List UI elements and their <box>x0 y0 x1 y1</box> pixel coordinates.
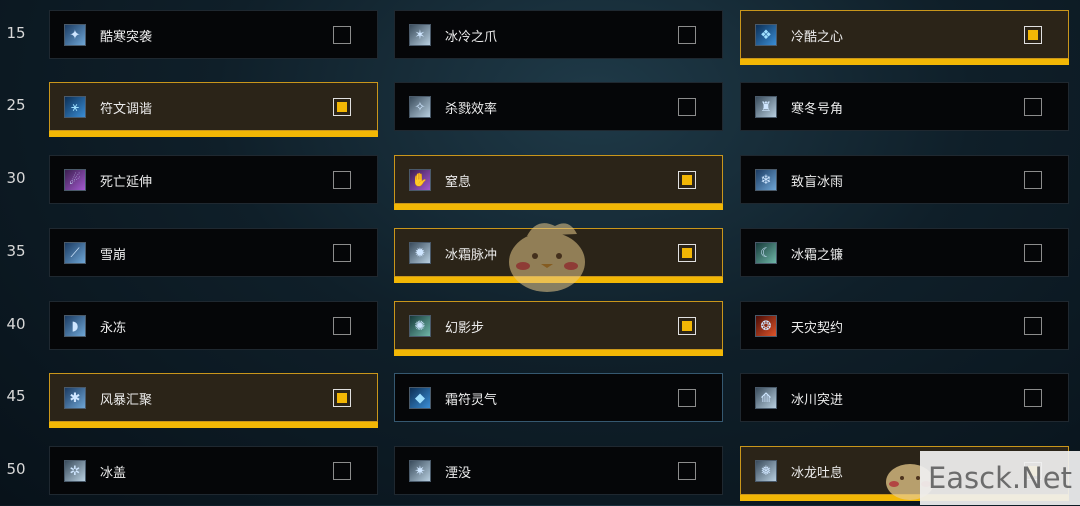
talent-card[interactable]: ☄ 死亡延伸 <box>49 155 378 204</box>
talent-checkbox[interactable] <box>333 389 351 407</box>
level-label: 35 <box>6 242 26 260</box>
talent-name: 窒息 <box>445 175 472 190</box>
talent-name: 雪崩 <box>100 248 127 263</box>
talent-checkbox[interactable] <box>333 26 351 44</box>
talent-card[interactable]: ⟋ 雪崩 <box>49 228 378 277</box>
frost-strike-icon: ✦ <box>64 24 86 46</box>
talent-card[interactable]: ◆ 霜符灵气 <box>394 373 723 422</box>
talent-name: 酷寒突袭 <box>100 30 153 45</box>
talent-name: 杀戮效率 <box>445 102 498 117</box>
talent-name: 永冻 <box>100 321 127 336</box>
frostscythe-icon: ☾ <box>755 242 777 264</box>
talent-checkbox[interactable] <box>1024 244 1042 262</box>
talent-card[interactable]: ✋ 窒息 <box>394 155 723 210</box>
talent-name: 幻影步 <box>445 321 485 336</box>
deaths-reach-icon: ☄ <box>64 169 86 191</box>
talent-card[interactable]: ⚹ 符文调谐 <box>49 82 378 137</box>
talent-name: 冰霜之镰 <box>791 248 844 263</box>
gathering-storm-icon: ✱ <box>64 387 86 409</box>
talent-name: 冰盖 <box>100 466 127 481</box>
talent-checkbox[interactable] <box>333 462 351 480</box>
talent-checkbox[interactable] <box>678 389 696 407</box>
talent-card[interactable]: ✺ 幻影步 <box>394 301 723 356</box>
obliteration-icon: ✷ <box>409 460 431 482</box>
talent-card[interactable]: ✧ 杀戮效率 <box>394 82 723 131</box>
talent-card[interactable]: ✱ 风暴汇聚 <box>49 373 378 428</box>
talent-card[interactable]: ❖ 冷酷之心 <box>740 10 1069 65</box>
talent-checkbox[interactable] <box>1024 98 1042 116</box>
level-label: 45 <box>6 387 26 405</box>
talent-checkbox[interactable] <box>1024 171 1042 189</box>
permafrost-icon: ◗ <box>64 315 86 337</box>
talent-checkbox[interactable] <box>1024 26 1042 44</box>
talent-card[interactable]: ✶ 冰冷之爪 <box>394 10 723 59</box>
talent-checkbox[interactable] <box>678 462 696 480</box>
asphyxiate-icon: ✋ <box>409 169 431 191</box>
talent-name: 风暴汇聚 <box>100 393 153 408</box>
avalanche-icon: ⟋ <box>64 242 86 264</box>
talent-name: 致盲冰雨 <box>791 175 844 190</box>
frozen-claw-icon: ✶ <box>409 24 431 46</box>
talent-name: 符文调谐 <box>100 102 153 117</box>
rune-attunement-icon: ⚹ <box>64 96 86 118</box>
talent-card[interactable]: ✲ 冰盖 <box>49 446 378 495</box>
talent-card[interactable]: ❂ 天灾契约 <box>740 301 1069 350</box>
talent-name: 死亡延伸 <box>100 175 153 190</box>
wraith-walk-icon: ✺ <box>409 315 431 337</box>
talent-row: 25 ⚹ 符文调谐 ✧ 杀戮效率 ♜ 寒冬号角 <box>0 82 1080 142</box>
talent-card[interactable]: ♜ 寒冬号角 <box>740 82 1069 131</box>
talent-checkbox[interactable] <box>333 98 351 116</box>
talent-name: 冷酷之心 <box>791 30 844 45</box>
talent-checkbox[interactable] <box>333 317 351 335</box>
talent-card[interactable]: ❄ 致盲冰雨 <box>740 155 1069 204</box>
talent-checkbox[interactable] <box>678 171 696 189</box>
talent-name: 冰霜脉冲 <box>445 248 498 263</box>
level-label: 15 <box>6 24 26 42</box>
talent-name: 冰龙吐息 <box>791 466 844 481</box>
site-watermark: Easck.Net <box>920 451 1080 505</box>
murderous-efficiency-icon: ✧ <box>409 96 431 118</box>
blinding-sleet-icon: ❄ <box>755 169 777 191</box>
talent-card[interactable]: ⟰ 冰川突进 <box>740 373 1069 422</box>
death-pact-icon: ❂ <box>755 315 777 337</box>
talent-row: 15 ✦ 酷寒突袭 ✶ 冰冷之爪 ❖ 冷酷之心 <box>0 10 1080 70</box>
talent-checkbox[interactable] <box>333 171 351 189</box>
level-label: 25 <box>6 96 26 114</box>
talent-checkbox[interactable] <box>678 26 696 44</box>
talent-checkbox[interactable] <box>678 98 696 116</box>
talent-checkbox[interactable] <box>1024 389 1042 407</box>
talent-checkbox[interactable] <box>1024 317 1042 335</box>
talent-card[interactable]: ✦ 酷寒突袭 <box>49 10 378 59</box>
talent-checkbox[interactable] <box>333 244 351 262</box>
frostwyrm-pulse-icon: ✹ <box>409 242 431 264</box>
level-label: 50 <box>6 460 26 478</box>
talent-name: 天灾契约 <box>791 321 844 336</box>
talent-checkbox[interactable] <box>678 317 696 335</box>
mascot-watermark-icon <box>509 223 585 292</box>
talent-name: 冰冷之爪 <box>445 30 498 45</box>
level-label: 40 <box>6 315 26 333</box>
talent-row: 45 ✱ 风暴汇聚 ◆ 霜符灵气 ⟰ 冰川突进 <box>0 373 1080 433</box>
hungering-rune-weapon-icon: ◆ <box>409 387 431 409</box>
talent-name: 湮没 <box>445 466 472 481</box>
talent-card[interactable]: ☾ 冰霜之镰 <box>740 228 1069 277</box>
icecap-icon: ✲ <box>64 460 86 482</box>
glacial-advance-icon: ⟰ <box>755 387 777 409</box>
talent-row: 30 ☄ 死亡延伸 ✋ 窒息 ❄ 致盲冰雨 <box>0 155 1080 215</box>
horn-of-winter-icon: ♜ <box>755 96 777 118</box>
level-label: 30 <box>6 169 26 187</box>
cold-heart-icon: ❖ <box>755 24 777 46</box>
talent-card[interactable]: ◗ 永冻 <box>49 301 378 350</box>
talent-name: 冰川突进 <box>791 393 844 408</box>
talent-name: 霜符灵气 <box>445 393 498 408</box>
talent-name: 寒冬号角 <box>791 102 844 117</box>
talent-row: 40 ◗ 永冻 ✺ 幻影步 ❂ 天灾契约 <box>0 301 1080 361</box>
talent-card[interactable]: ✷ 湮没 <box>394 446 723 495</box>
breath-of-sindragosa-icon: ❅ <box>755 460 777 482</box>
talent-checkbox[interactable] <box>678 244 696 262</box>
